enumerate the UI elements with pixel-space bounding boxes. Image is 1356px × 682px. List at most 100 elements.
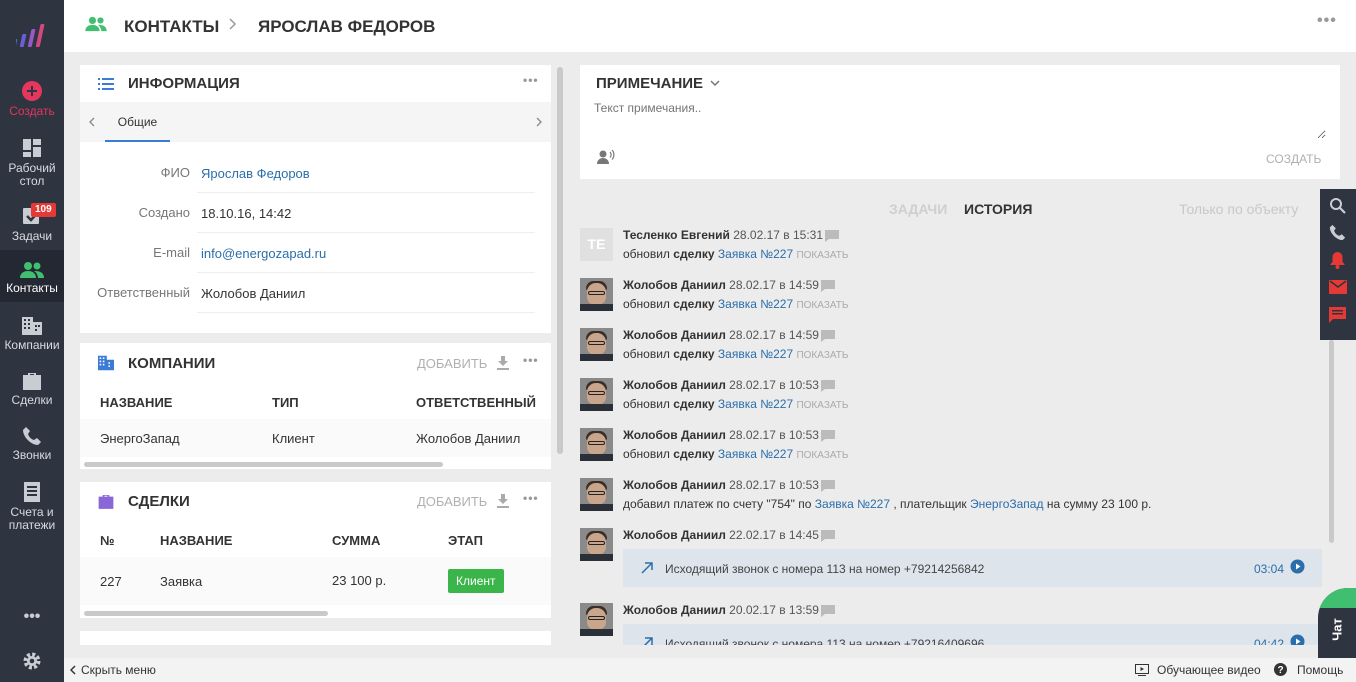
deals-icon xyxy=(23,373,41,390)
deal-number-link[interactable]: 227 xyxy=(100,574,122,589)
sidebar-item-companies[interactable]: Компании xyxy=(0,316,64,352)
show-button[interactable]: ПОКАЗАТЬ xyxy=(796,450,848,461)
deal-link[interactable]: Заявка №227 xyxy=(815,497,890,511)
sidebar-item-calls[interactable]: Звонки xyxy=(0,426,64,462)
history-header: Тесленко Евгений 28.02.17 в 15:31 xyxy=(623,228,823,242)
app-logo[interactable] xyxy=(16,22,48,48)
create-button[interactable]: Создать xyxy=(0,80,64,118)
breadcrumb-contacts[interactable]: КОНТАКТЫ xyxy=(124,17,219,37)
deal-link[interactable]: Заявка №227 xyxy=(718,347,793,361)
comment-icon[interactable] xyxy=(821,380,835,392)
author-name[interactable]: Жолобов Даниил xyxy=(623,278,726,292)
show-button[interactable]: ПОКАЗАТЬ xyxy=(796,400,848,411)
comment-icon[interactable] xyxy=(821,430,835,442)
comment-icon[interactable] xyxy=(825,230,839,242)
note-input[interactable] xyxy=(594,101,1326,139)
deal-link[interactable]: Заявка №227 xyxy=(718,247,793,261)
deals-more-button[interactable]: ••• xyxy=(523,491,539,505)
chevron-right-icon[interactable] xyxy=(536,117,542,127)
add-company-button[interactable]: ДОБАВИТЬ xyxy=(417,356,487,371)
company-link[interactable]: ЭнергоЗапад xyxy=(100,431,180,446)
history-date: 28.02.17 в 10:53 xyxy=(729,428,819,442)
tab-general[interactable]: Общие xyxy=(105,102,170,142)
deals-hscrollbar[interactable] xyxy=(84,611,328,616)
sidebar-item-deals[interactable]: Сделки xyxy=(0,371,64,407)
download-icon[interactable] xyxy=(497,494,509,508)
list-icon xyxy=(98,78,114,90)
header-more-button[interactable]: ••• xyxy=(1317,12,1337,30)
contact-name-link[interactable]: Ярослав Федоров xyxy=(201,166,310,181)
tab-tasks[interactable]: ЗАДАЧИ xyxy=(889,201,947,217)
show-button[interactable]: ПОКАЗАТЬ xyxy=(796,250,848,261)
comment-icon[interactable] xyxy=(821,330,835,342)
chevron-down-icon[interactable] xyxy=(710,80,720,86)
author-name[interactable]: Жолобов Даниил xyxy=(623,478,726,492)
right-toolbar xyxy=(1320,189,1356,340)
sidebar-item-label: Счета и платежи xyxy=(8,505,56,532)
column-header[interactable]: СУММА xyxy=(332,533,380,548)
email-link[interactable]: info@energozapad.ru xyxy=(201,246,326,261)
phone-icon[interactable] xyxy=(1329,224,1346,241)
show-button[interactable]: ПОКАЗАТЬ xyxy=(796,350,848,361)
add-deal-button[interactable]: ДОБАВИТЬ xyxy=(417,494,487,509)
column-header[interactable]: НАЗВАНИЕ xyxy=(160,533,232,548)
settings-button[interactable] xyxy=(0,651,64,674)
sidebar-item-invoices[interactable]: Счета и платежи xyxy=(0,481,64,532)
companies-hscrollbar[interactable] xyxy=(84,462,443,467)
history-scrollbar[interactable] xyxy=(1329,340,1334,543)
left-column-scrollbar[interactable] xyxy=(557,67,563,454)
download-icon[interactable] xyxy=(497,356,509,370)
author-name[interactable]: Жолобов Даниил xyxy=(623,378,726,392)
tutorial-video-link[interactable]: Обучающее видео xyxy=(1157,663,1261,677)
table-row[interactable]: ЭнергоЗапад Клиент Жолобов Даниил xyxy=(80,419,551,457)
dashboard-icon xyxy=(23,139,41,157)
object-type: сделку xyxy=(673,347,715,361)
search-icon[interactable] xyxy=(1329,197,1346,214)
column-header[interactable]: № xyxy=(100,533,115,548)
deal-link[interactable]: Заявка №227 xyxy=(718,447,793,461)
author-name[interactable]: Жолобов Даниил xyxy=(623,328,726,342)
comment-icon[interactable] xyxy=(821,605,835,617)
sidebar-item-tasks[interactable]: Задачи 109 xyxy=(0,203,64,243)
next-panel-stub xyxy=(80,631,551,645)
column-header[interactable]: ЭТАП xyxy=(448,533,483,548)
companies-more-button[interactable]: ••• xyxy=(523,353,539,367)
voice-icon[interactable] xyxy=(597,150,615,164)
author-name[interactable]: Тесленко Евгений xyxy=(623,228,730,242)
play-icon[interactable] xyxy=(1290,634,1305,645)
help-link[interactable]: Помощь xyxy=(1297,663,1343,677)
author-name[interactable]: Жолобов Даниил xyxy=(623,528,726,542)
divider xyxy=(197,192,535,193)
avatar xyxy=(580,603,613,636)
author-name[interactable]: Жолобов Даниил xyxy=(623,603,726,617)
sidebar-item-dashboard[interactable]: Рабочий стол xyxy=(0,137,64,188)
comment-icon[interactable] xyxy=(821,280,835,292)
chat-button[interactable]: Чат xyxy=(1318,588,1356,658)
more-menu-button[interactable]: ••• xyxy=(0,609,64,625)
bell-icon[interactable] xyxy=(1329,251,1346,269)
company-link[interactable]: ЭнергоЗапад xyxy=(970,497,1043,511)
column-header[interactable]: ОТВЕТСТВЕННЫЙ xyxy=(416,395,536,410)
chevron-left-icon[interactable] xyxy=(89,117,95,127)
show-button[interactable]: ПОКАЗАТЬ xyxy=(796,300,848,311)
deal-name-link[interactable]: Заявка xyxy=(160,574,202,589)
play-icon[interactable] xyxy=(1290,559,1305,574)
verb: обновил xyxy=(623,447,670,461)
deal-link[interactable]: Заявка №227 xyxy=(718,297,793,311)
column-header[interactable]: НАЗВАНИЕ xyxy=(100,395,172,410)
hide-menu-button[interactable]: Скрыть меню xyxy=(81,663,156,677)
table-row[interactable]: 227 Заявка 23 100 р. Клиент xyxy=(80,557,551,605)
comment-icon[interactable] xyxy=(821,530,835,542)
deal-link[interactable]: Заявка №227 xyxy=(718,397,793,411)
tab-history[interactable]: ИСТОРИЯ xyxy=(964,201,1032,217)
message-icon[interactable] xyxy=(1329,307,1346,323)
info-more-button[interactable]: ••• xyxy=(523,73,539,87)
sidebar-item-contacts[interactable]: Контакты xyxy=(0,250,64,302)
author-name[interactable]: Жолобов Даниил xyxy=(623,428,726,442)
column-header[interactable]: ТИП xyxy=(272,395,299,410)
mail-icon[interactable] xyxy=(1329,280,1347,294)
create-note-button[interactable]: СОЗДАТЬ xyxy=(1266,152,1321,166)
comment-icon[interactable] xyxy=(821,480,835,492)
filter-only-object[interactable]: Только по объекту xyxy=(1179,201,1298,217)
company-responsible: Жолобов Даниил xyxy=(416,431,521,446)
